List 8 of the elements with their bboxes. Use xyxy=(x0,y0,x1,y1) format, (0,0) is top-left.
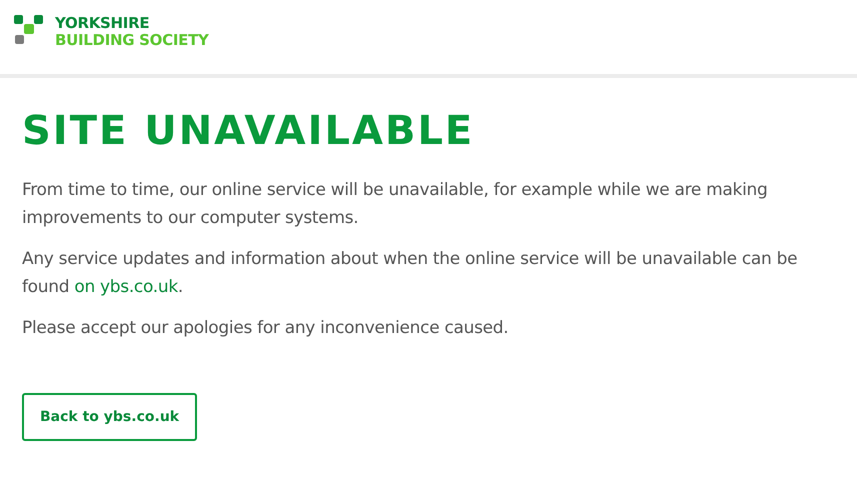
back-button[interactable]: Back to ybs.co.uk xyxy=(22,393,198,441)
logo-text: YORKSHIRE xyxy=(55,15,150,32)
page-title: SITE UNAVAILABLE xyxy=(22,108,476,154)
paragraph: Please accept our apologies for any inconvenience caused. xyxy=(22,317,510,340)
paragraph: Any service updates and information about when the online service will be unavailable can be found on ybs.co.uk. xyxy=(22,248,798,299)
paragraph: From time to time, our online service will be unavailable, for example while we are making improvements to our computer systems. xyxy=(22,179,768,230)
link[interactable]: on ybs.co.uk xyxy=(74,277,178,297)
logo-text: BUILDING SOCIETY xyxy=(55,32,209,49)
